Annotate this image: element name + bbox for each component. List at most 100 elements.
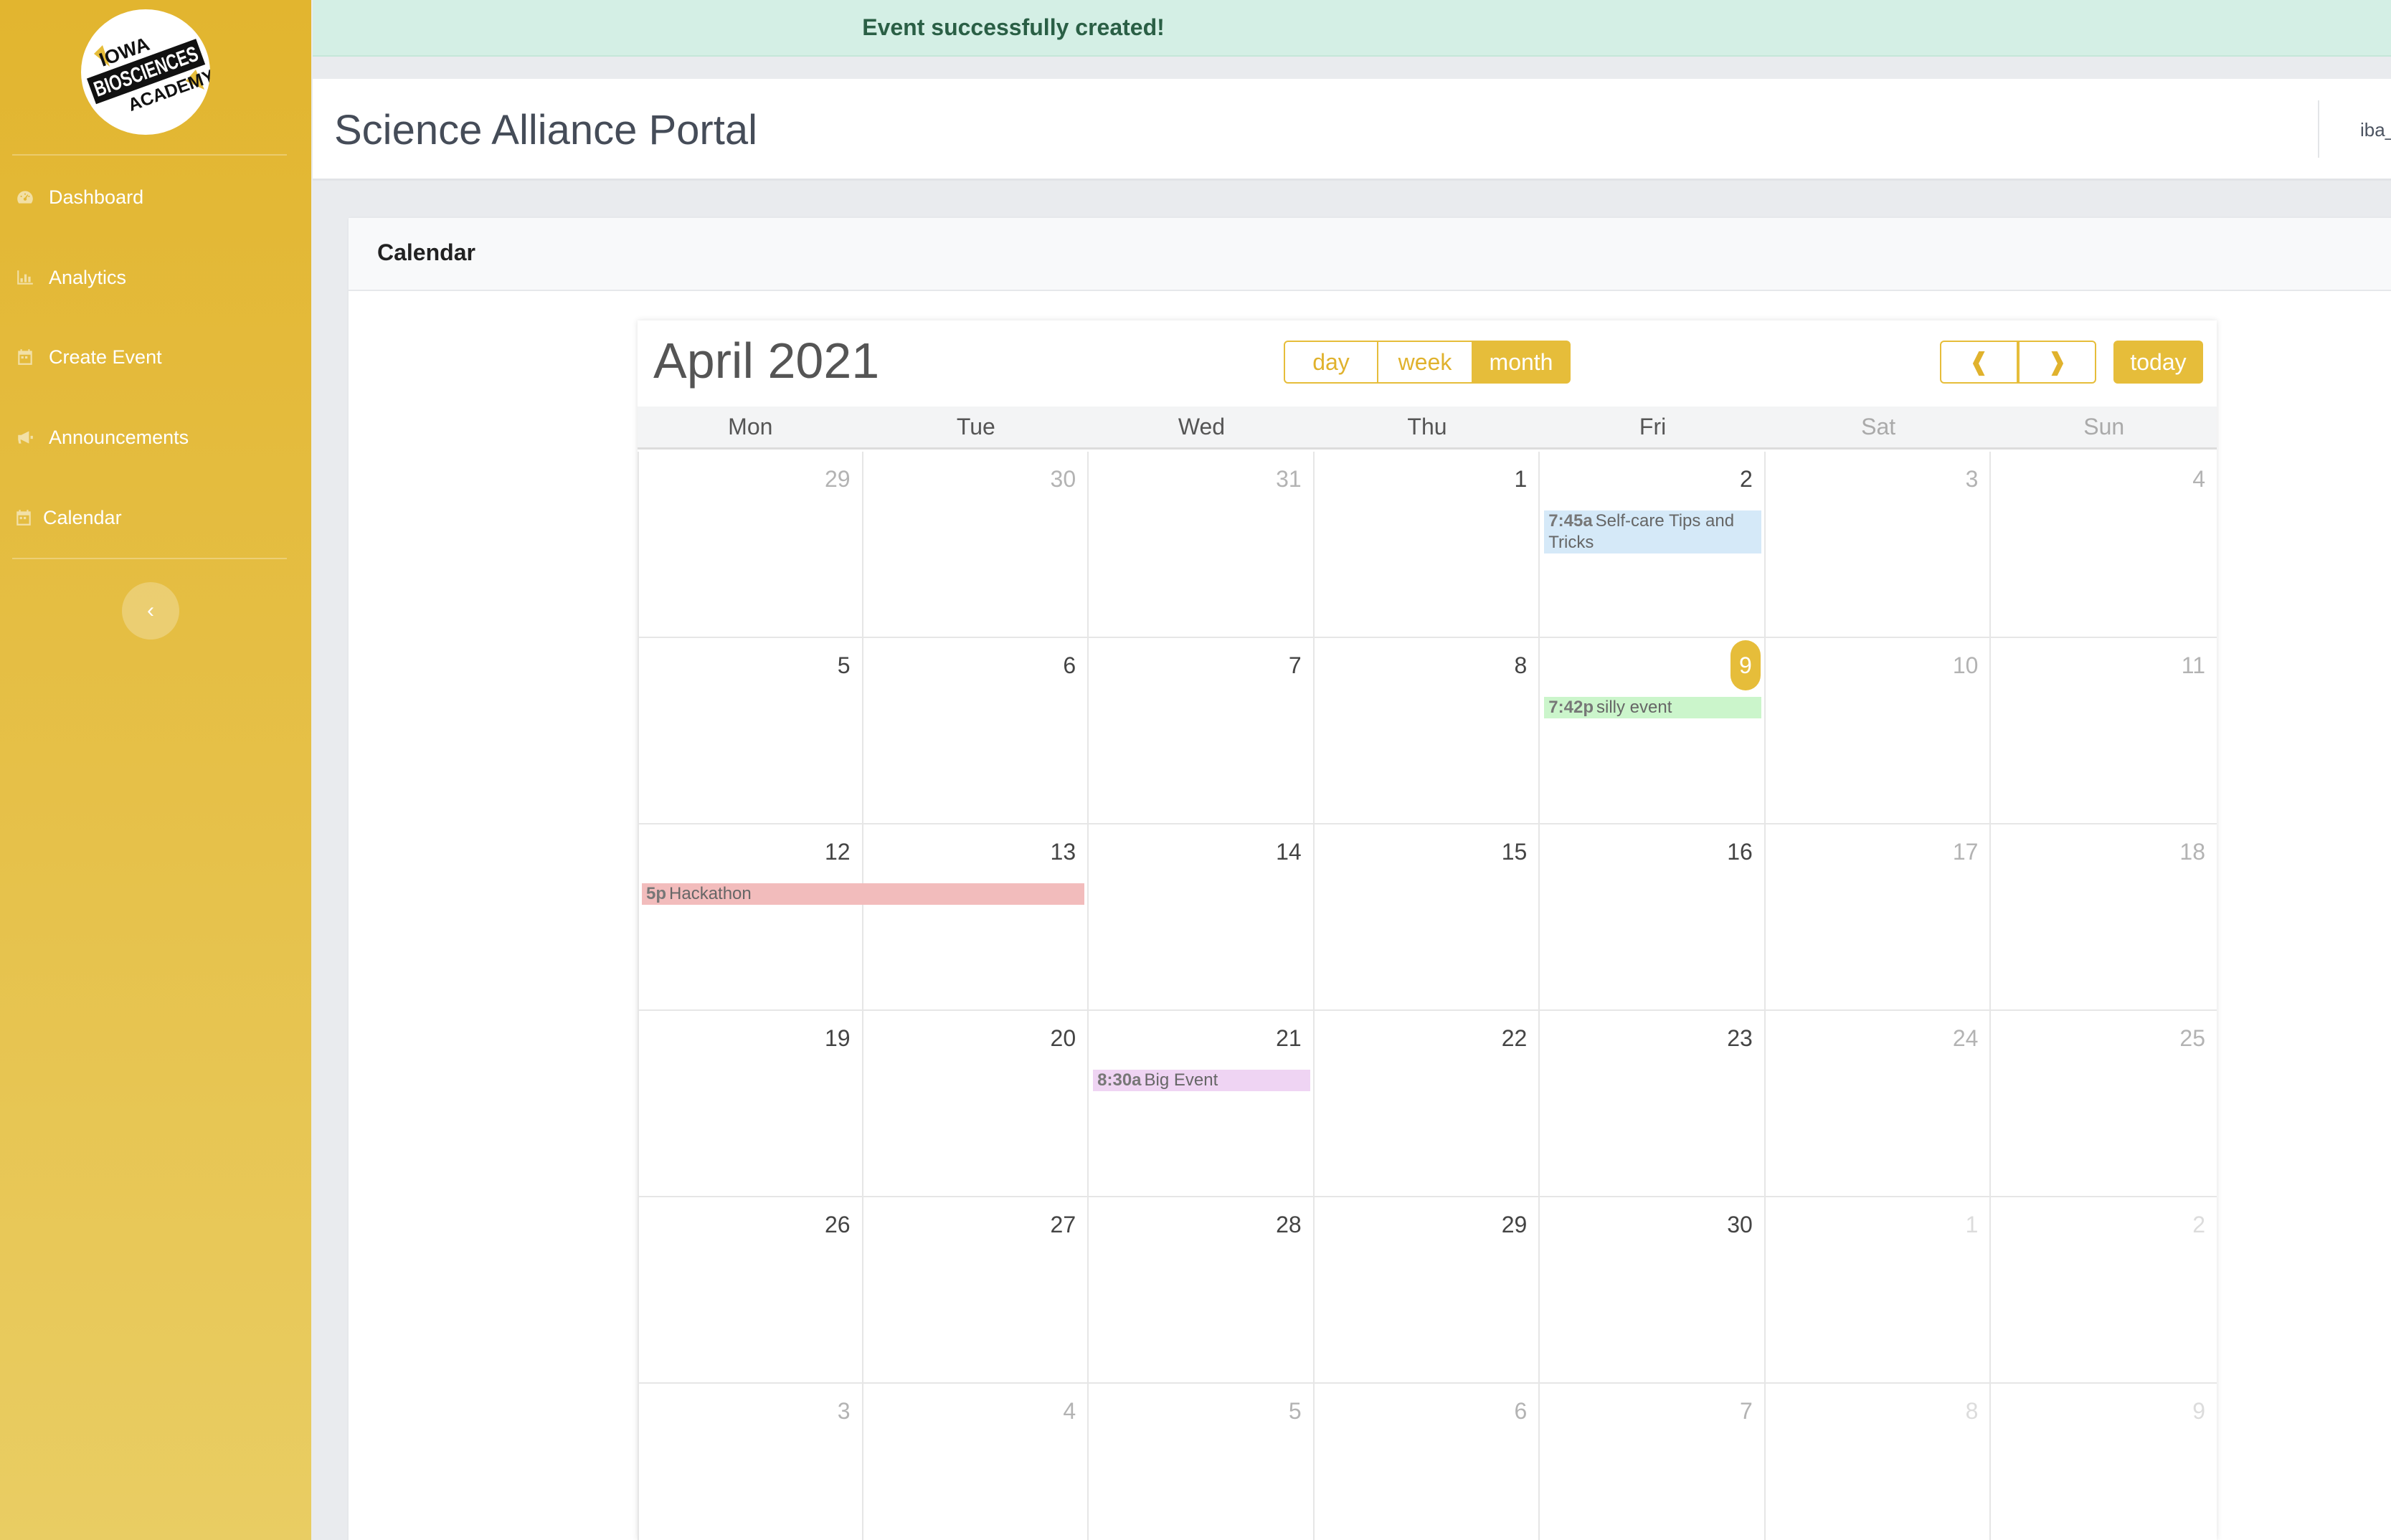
user-menu[interactable]: iba_ — [2360, 119, 2391, 141]
day-cell[interactable]: 21 — [1089, 1011, 1315, 1197]
sidebar-item-label: Dashboard — [49, 186, 144, 208]
day-cell[interactable]: 5 — [1089, 1384, 1315, 1540]
prev-month-button[interactable]: ❰ — [1940, 341, 2018, 384]
day-number: 7 — [1288, 652, 1302, 678]
sidebar: IOWA BIOSCIENCES ACADEMY Dashboard Analy… — [0, 0, 311, 1540]
day-number: 22 — [1501, 1025, 1528, 1051]
day-number: 30 — [1727, 1212, 1753, 1237]
day-number: 5 — [1288, 1398, 1302, 1424]
calendar-event[interactable]: 7:45a Self-care Tips and Tricks — [1544, 510, 1761, 553]
view-month-button[interactable]: month — [1473, 341, 1571, 384]
calendar-event[interactable]: 5p Hackathon — [642, 883, 1085, 905]
day-cell[interactable]: 5 — [638, 638, 863, 824]
sidebar-item-calendar[interactable]: Calendar — [0, 485, 311, 550]
event-title: Big Event — [1144, 1070, 1218, 1090]
day-cell[interactable]: 3 — [1765, 452, 1992, 638]
day-cell[interactable]: 1 — [1765, 1197, 1992, 1384]
chart-icon — [14, 267, 36, 288]
day-number: 13 — [1050, 839, 1076, 865]
day-cell[interactable]: 15 — [1314, 824, 1540, 1011]
day-cell[interactable]: 13 — [863, 824, 1089, 1011]
collapse-sidebar-button[interactable]: ‹ — [122, 582, 179, 640]
month-grid: 29 30 31 1 2 3 4 5 6 7 8 9 10 11 12 13 14 15 16 17 18 19 20 21 2… — [638, 452, 2217, 1540]
day-number: 8 — [1514, 652, 1528, 678]
day-cell[interactable]: 2 — [1991, 1197, 2217, 1384]
day-cell[interactable]: 17 — [1765, 824, 1992, 1011]
view-day-button[interactable]: day — [1284, 341, 1378, 384]
day-cell[interactable]: 9 — [1991, 1384, 2217, 1540]
day-number: 28 — [1276, 1212, 1302, 1237]
page-header: Science Alliance Portal iba_ — [313, 79, 2391, 181]
calendar: April 2021 day week month ❰ ❱ today Mon T… — [638, 320, 2217, 1540]
day-cell[interactable]: 12 — [638, 824, 863, 1011]
alert-message: Event successfully created! — [862, 14, 1165, 40]
weekday-sat: Sat — [1861, 414, 1896, 439]
day-cell[interactable]: 31 — [1089, 452, 1315, 638]
day-number: 16 — [1727, 839, 1753, 865]
day-cell[interactable]: 4 — [863, 1384, 1089, 1540]
chevron-left-icon: ❰ — [1969, 348, 1989, 376]
day-number: 4 — [1063, 1398, 1076, 1424]
day-number: 29 — [824, 466, 851, 492]
sidebar-divider — [12, 558, 287, 559]
day-cell[interactable]: 25 — [1991, 1011, 2217, 1197]
day-cell[interactable]: 14 — [1089, 824, 1315, 1011]
day-cell[interactable]: 29 — [1314, 1197, 1540, 1384]
sidebar-item-label: Create Event — [49, 346, 162, 368]
sidebar-item-label: Analytics — [49, 266, 127, 288]
day-cell[interactable]: 27 — [863, 1197, 1089, 1384]
day-number: 7 — [1740, 1398, 1753, 1424]
day-number: 14 — [1276, 839, 1302, 865]
today-button[interactable]: today — [2113, 341, 2203, 384]
day-cell[interactable]: 30 — [863, 452, 1089, 638]
day-number: 15 — [1501, 839, 1528, 865]
day-cell-today[interactable]: 9 — [1540, 638, 1766, 824]
day-cell[interactable]: 11 — [1991, 638, 2217, 824]
day-number: 31 — [1276, 466, 1302, 492]
day-number: 10 — [1952, 652, 1979, 678]
day-number: 21 — [1276, 1025, 1302, 1051]
day-cell[interactable]: 1 — [1314, 452, 1540, 638]
day-number: 17 — [1952, 839, 1979, 865]
success-alert: Event successfully created! — [313, 0, 2391, 57]
day-cell[interactable]: 7 — [1089, 638, 1315, 824]
day-cell[interactable]: 6 — [1315, 1384, 1540, 1540]
day-cell[interactable]: 24 — [1765, 1011, 1992, 1197]
day-cell[interactable]: 6 — [863, 638, 1089, 824]
day-cell[interactable]: 23 — [1540, 1011, 1766, 1197]
day-cell[interactable]: 20 — [863, 1011, 1089, 1197]
day-cell[interactable]: 8 — [1766, 1384, 1992, 1540]
day-cell[interactable]: 18 — [1991, 824, 2217, 1011]
sidebar-item-analytics[interactable]: Analytics — [0, 245, 311, 310]
sidebar-divider — [12, 154, 287, 156]
day-cell[interactable]: 29 — [638, 452, 863, 638]
day-cell[interactable]: 16 — [1540, 824, 1766, 1011]
next-month-button[interactable]: ❱ — [2018, 341, 2096, 384]
day-cell[interactable]: 19 — [638, 1011, 863, 1197]
event-time: 7:42p — [1548, 698, 1594, 717]
day-number: 11 — [2181, 652, 2205, 678]
day-cell[interactable]: 30 — [1540, 1197, 1766, 1384]
day-cell[interactable]: 28 — [1089, 1197, 1315, 1384]
sidebar-item-dashboard[interactable]: Dashboard — [0, 165, 311, 229]
day-cell[interactable]: 7 — [1540, 1384, 1766, 1540]
day-cell[interactable]: 4 — [1991, 452, 2217, 638]
day-cell[interactable]: 8 — [1314, 638, 1540, 824]
view-week-button[interactable]: week — [1378, 341, 1473, 384]
day-number: 27 — [1050, 1212, 1076, 1237]
day-cell[interactable]: 10 — [1765, 638, 1992, 824]
event-title: silly event — [1596, 698, 1672, 717]
day-number: 12 — [824, 839, 851, 865]
day-cell[interactable]: 3 — [638, 1384, 863, 1540]
calendar-event[interactable]: 7:42p silly event — [1544, 697, 1761, 718]
day-number: 4 — [2192, 466, 2205, 492]
day-number: 5 — [837, 652, 851, 678]
day-cell[interactable]: 26 — [638, 1197, 863, 1384]
day-number: 3 — [1965, 466, 1979, 492]
sidebar-item-announcements[interactable]: Announcements — [0, 405, 311, 470]
iowa-biosciences-academy-logo[interactable]: IOWA BIOSCIENCES ACADEMY — [81, 9, 210, 135]
calendar-event[interactable]: 8:30a Big Event — [1093, 1070, 1310, 1091]
day-number: 9 — [2192, 1398, 2205, 1424]
day-cell[interactable]: 22 — [1314, 1011, 1540, 1197]
sidebar-item-create-event[interactable]: Create Event — [0, 325, 311, 389]
